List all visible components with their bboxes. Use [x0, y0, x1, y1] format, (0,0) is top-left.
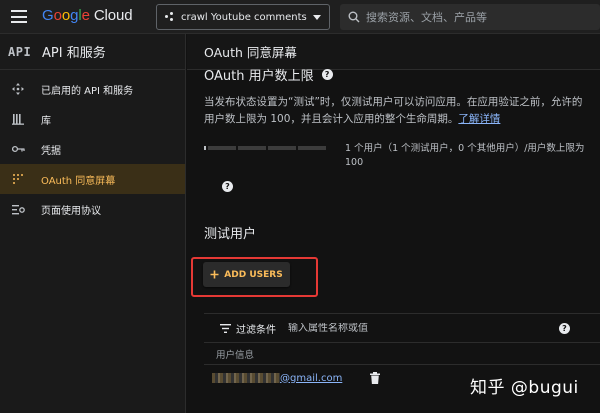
sidebar-item-label: OAuth 同意屏幕: [41, 175, 116, 187]
sidebar-item-label: 已启用的 API 和服务: [41, 85, 134, 97]
sidebar-title: API 和服务: [42, 46, 106, 61]
filter-bar: 过滤条件 ?: [204, 313, 600, 343]
consent-screen-icon: [11, 172, 25, 186]
help-icon[interactable]: ?: [321, 69, 333, 80]
watermark: 知乎 @bugui: [470, 378, 579, 398]
sidebar-item-page-usage-agreements[interactable]: 页面使用协议: [0, 194, 185, 224]
sidebar-item-oauth-consent[interactable]: OAuth 同意屏幕: [0, 164, 185, 194]
help-icon[interactable]: ?: [559, 323, 570, 334]
project-name: crawl Youtube comments: [181, 11, 307, 23]
description-text: 当发布状态设置为“测试”时，仅测试用户可以访问应用。在应用验证之前，允许的用户数…: [204, 96, 583, 125]
project-icon: [165, 12, 175, 22]
progress-fill: [204, 146, 206, 150]
help-icon[interactable]: ?: [222, 181, 233, 192]
logo-letter: o: [61, 7, 71, 24]
user-email[interactable]: @gmail.com: [280, 373, 342, 384]
user-cap-status: 1 个用户（1 个测试用户，0 个其他用户）/用户数上限为 100: [345, 143, 585, 168]
plus-icon: [210, 270, 219, 279]
section-title-text: OAuth 用户数上限: [204, 69, 314, 84]
sidebar-item-enabled-apis[interactable]: 已启用的 API 和服务: [0, 74, 185, 104]
sidebar: API API 和服务 已启用的 API 和服务 库 凭据 OAuth 同意屏幕…: [0, 34, 186, 413]
search-input[interactable]: [366, 10, 566, 24]
logo-letter: G: [42, 7, 54, 24]
settings-list-icon: [11, 202, 25, 216]
sidebar-item-label: 页面使用协议: [41, 205, 101, 217]
sidebar-item-label: 凭据: [41, 145, 61, 157]
learn-more-link[interactable]: 了解详情: [458, 113, 500, 125]
column-header-user-info: 用户信息: [204, 343, 600, 365]
sidebar-item-label: 库: [41, 115, 51, 127]
user-cap-description: 当发布状态设置为“测试”时，仅测试用户可以访问应用。在应用验证之前，允许的用户数…: [204, 94, 590, 128]
progress-segment: [268, 146, 296, 150]
top-bar: Google Cloud crawl Youtube comments: [0, 0, 600, 34]
main-content: OAuth 同意屏幕 OAuth 用户数上限 ? 当发布状态设置为“测试”时，仅…: [187, 34, 600, 413]
filter-icon[interactable]: [220, 323, 231, 333]
key-icon: [11, 142, 25, 156]
add-users-button[interactable]: ADD USERS: [203, 262, 290, 287]
menu-icon[interactable]: [11, 10, 27, 23]
library-icon: [11, 112, 25, 126]
user-cap-section-title: OAuth 用户数上限 ?: [204, 65, 333, 84]
move-arrows-icon: [11, 82, 25, 96]
filter-input[interactable]: [288, 322, 488, 334]
redacted-email-prefix: [212, 373, 280, 383]
sidebar-item-library[interactable]: 库: [0, 104, 185, 134]
progress-segment: [298, 146, 326, 150]
add-users-label: ADD USERS: [224, 269, 283, 280]
progress-segment: [208, 146, 236, 150]
logo-letter: o: [53, 7, 62, 24]
google-cloud-logo[interactable]: Google Cloud: [42, 7, 133, 24]
api-badge: API: [8, 44, 32, 59]
sidebar-header: API API 和服务: [0, 34, 185, 70]
search-icon: [348, 11, 360, 23]
search-bar[interactable]: [340, 4, 600, 30]
sidebar-item-credentials[interactable]: 凭据: [0, 134, 185, 164]
chevron-down-icon: [313, 14, 321, 20]
test-users-title: 测试用户: [204, 227, 257, 242]
progress-segment: [238, 146, 266, 150]
filter-label: 过滤条件: [236, 324, 276, 336]
project-selector[interactable]: crawl Youtube comments: [156, 4, 330, 30]
delete-icon[interactable]: [370, 372, 381, 384]
user-cap-progress-bar: [204, 146, 326, 150]
logo-cloud-text: Cloud: [93, 7, 133, 24]
logo-letter: e: [81, 7, 90, 24]
